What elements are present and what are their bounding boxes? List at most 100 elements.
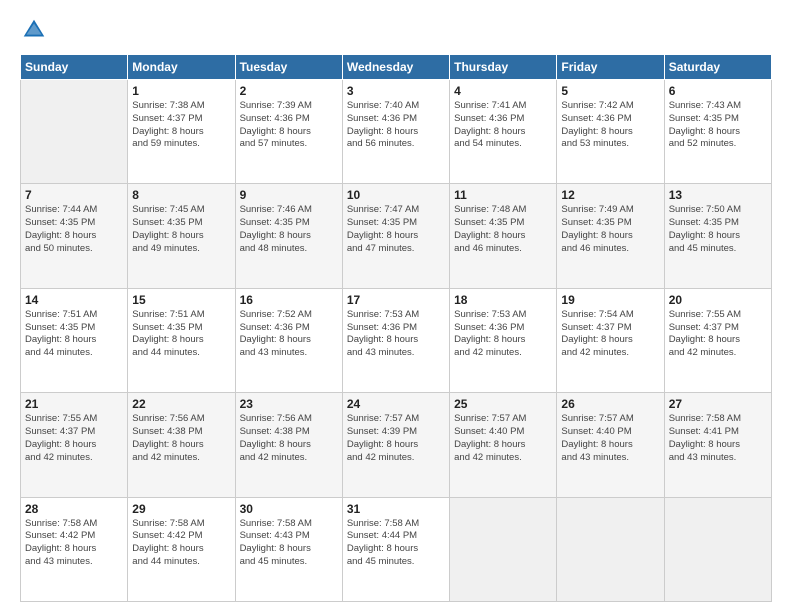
cell-content: Sunrise: 7:56 AM Sunset: 4:38 PM Dayligh… (132, 413, 230, 464)
weekday-header: Sunday (21, 55, 128, 80)
day-number: 17 (347, 293, 445, 307)
weekday-header: Tuesday (235, 55, 342, 80)
weekday-header: Friday (557, 55, 664, 80)
calendar-cell: 26 Sunrise: 7:57 AM Sunset: 4:40 PM Dayli… (557, 393, 664, 497)
calendar-cell: 12Sunrise: 7:49 AM Sunset: 4:35 PM Dayli… (557, 184, 664, 288)
day-number: 29 (132, 502, 230, 516)
cell-content: Sunrise: 7:56 AM Sunset: 4:38 PM Dayligh… (240, 413, 338, 464)
page: SundayMondayTuesdayWednesdayThursdayFrid… (0, 0, 792, 612)
calendar-cell: 30Sunrise: 7:58 AM Sunset: 4:43 PM Dayli… (235, 497, 342, 601)
cell-content: Sunrise: 7:44 AM Sunset: 4:35 PM Dayligh… (25, 204, 123, 255)
calendar-cell: 21 Sunrise: 7:55 AM Sunset: 4:37 PM Dayli… (21, 393, 128, 497)
day-number: 8 (132, 188, 230, 202)
cell-content: Sunrise: 7:41 AM Sunset: 4:36 PM Dayligh… (454, 100, 552, 151)
calendar-week-row: 1 Sunrise: 7:38 AM Sunset: 4:37 PM Daylig… (21, 80, 772, 184)
calendar-week-row: 21 Sunrise: 7:55 AM Sunset: 4:37 PM Dayli… (21, 393, 772, 497)
day-number: 11 (454, 188, 552, 202)
logo-icon (20, 16, 48, 44)
cell-content: Sunrise: 7:57 AM Sunset: 4:40 PM Dayligh… (454, 413, 552, 464)
day-number: 22 (132, 397, 230, 411)
day-number: 9 (240, 188, 338, 202)
calendar-cell: 23 Sunrise: 7:56 AM Sunset: 4:38 PM Dayli… (235, 393, 342, 497)
day-number: 13 (669, 188, 767, 202)
weekday-header: Saturday (664, 55, 771, 80)
cell-content: Sunrise: 7:47 AM Sunset: 4:35 PM Dayligh… (347, 204, 445, 255)
cell-content: Sunrise: 7:45 AM Sunset: 4:35 PM Dayligh… (132, 204, 230, 255)
cell-content: Sunrise: 7:38 AM Sunset: 4:37 PM Dayligh… (132, 100, 230, 151)
day-number: 28 (25, 502, 123, 516)
calendar-cell: 24Sunrise: 7:57 AM Sunset: 4:39 PM Dayli… (342, 393, 449, 497)
cell-content: Sunrise: 7:55 AM Sunset: 4:37 PM Dayligh… (25, 413, 123, 464)
calendar-cell (21, 80, 128, 184)
header (20, 16, 772, 44)
calendar-cell: 8 Sunrise: 7:45 AM Sunset: 4:35 PM Daylig… (128, 184, 235, 288)
day-number: 10 (347, 188, 445, 202)
cell-content: Sunrise: 7:43 AM Sunset: 4:35 PM Dayligh… (669, 100, 767, 151)
calendar-cell: 16 Sunrise: 7:52 AM Sunset: 4:36 PM Dayli… (235, 288, 342, 392)
day-number: 27 (669, 397, 767, 411)
calendar-cell (664, 497, 771, 601)
cell-content: Sunrise: 7:40 AM Sunset: 4:36 PM Dayligh… (347, 100, 445, 151)
weekday-header-row: SundayMondayTuesdayWednesdayThursdayFrid… (21, 55, 772, 80)
cell-content: Sunrise: 7:52 AM Sunset: 4:36 PM Dayligh… (240, 309, 338, 360)
day-number: 2 (240, 84, 338, 98)
calendar-cell: 10 Sunrise: 7:47 AM Sunset: 4:35 PM Dayli… (342, 184, 449, 288)
cell-content: Sunrise: 7:49 AM Sunset: 4:35 PM Dayligh… (561, 204, 659, 255)
cell-content: Sunrise: 7:58 AM Sunset: 4:42 PM Dayligh… (132, 518, 230, 569)
calendar-cell: 31 Sunrise: 7:58 AM Sunset: 4:44 PM Dayli… (342, 497, 449, 601)
calendar-week-row: 7 Sunrise: 7:44 AM Sunset: 4:35 PM Daylig… (21, 184, 772, 288)
calendar-cell: 15 Sunrise: 7:51 AM Sunset: 4:35 PM Dayli… (128, 288, 235, 392)
calendar-cell: 3 Sunrise: 7:40 AM Sunset: 4:36 PM Daylig… (342, 80, 449, 184)
day-number: 16 (240, 293, 338, 307)
calendar-cell: 17 Sunrise: 7:53 AM Sunset: 4:36 PM Dayli… (342, 288, 449, 392)
calendar-cell: 6 Sunrise: 7:43 AM Sunset: 4:35 PM Daylig… (664, 80, 771, 184)
cell-content: Sunrise: 7:58 AM Sunset: 4:42 PM Dayligh… (25, 518, 123, 569)
calendar-cell: 2 Sunrise: 7:39 AM Sunset: 4:36 PM Daylig… (235, 80, 342, 184)
day-number: 1 (132, 84, 230, 98)
cell-content: Sunrise: 7:48 AM Sunset: 4:35 PM Dayligh… (454, 204, 552, 255)
calendar-cell: 7 Sunrise: 7:44 AM Sunset: 4:35 PM Daylig… (21, 184, 128, 288)
day-number: 5 (561, 84, 659, 98)
calendar-week-row: 14Sunrise: 7:51 AM Sunset: 4:35 PM Dayli… (21, 288, 772, 392)
calendar-cell: 11 Sunrise: 7:48 AM Sunset: 4:35 PM Dayli… (450, 184, 557, 288)
cell-content: Sunrise: 7:58 AM Sunset: 4:44 PM Dayligh… (347, 518, 445, 569)
weekday-header: Monday (128, 55, 235, 80)
day-number: 21 (25, 397, 123, 411)
calendar-cell (557, 497, 664, 601)
day-number: 31 (347, 502, 445, 516)
calendar-cell: 29 Sunrise: 7:58 AM Sunset: 4:42 PM Dayli… (128, 497, 235, 601)
day-number: 20 (669, 293, 767, 307)
cell-content: Sunrise: 7:39 AM Sunset: 4:36 PM Dayligh… (240, 100, 338, 151)
calendar-cell: 5 Sunrise: 7:42 AM Sunset: 4:36 PM Daylig… (557, 80, 664, 184)
calendar: SundayMondayTuesdayWednesdayThursdayFrid… (20, 54, 772, 602)
day-number: 26 (561, 397, 659, 411)
cell-content: Sunrise: 7:51 AM Sunset: 4:35 PM Dayligh… (132, 309, 230, 360)
cell-content: Sunrise: 7:57 AM Sunset: 4:40 PM Dayligh… (561, 413, 659, 464)
cell-content: Sunrise: 7:50 AM Sunset: 4:35 PM Dayligh… (669, 204, 767, 255)
day-number: 23 (240, 397, 338, 411)
day-number: 15 (132, 293, 230, 307)
day-number: 6 (669, 84, 767, 98)
cell-content: Sunrise: 7:54 AM Sunset: 4:37 PM Dayligh… (561, 309, 659, 360)
cell-content: Sunrise: 7:46 AM Sunset: 4:35 PM Dayligh… (240, 204, 338, 255)
cell-content: Sunrise: 7:51 AM Sunset: 4:35 PM Dayligh… (25, 309, 123, 360)
day-number: 18 (454, 293, 552, 307)
calendar-header: SundayMondayTuesdayWednesdayThursdayFrid… (21, 55, 772, 80)
calendar-cell: 1 Sunrise: 7:38 AM Sunset: 4:37 PM Daylig… (128, 80, 235, 184)
cell-content: Sunrise: 7:53 AM Sunset: 4:36 PM Dayligh… (347, 309, 445, 360)
calendar-cell (450, 497, 557, 601)
day-number: 7 (25, 188, 123, 202)
calendar-cell: 19 Sunrise: 7:54 AM Sunset: 4:37 PM Dayli… (557, 288, 664, 392)
day-number: 3 (347, 84, 445, 98)
day-number: 25 (454, 397, 552, 411)
calendar-cell: 22 Sunrise: 7:56 AM Sunset: 4:38 PM Dayli… (128, 393, 235, 497)
weekday-header: Wednesday (342, 55, 449, 80)
logo (20, 16, 52, 44)
day-number: 19 (561, 293, 659, 307)
cell-content: Sunrise: 7:53 AM Sunset: 4:36 PM Dayligh… (454, 309, 552, 360)
calendar-cell: 9 Sunrise: 7:46 AM Sunset: 4:35 PM Daylig… (235, 184, 342, 288)
cell-content: Sunrise: 7:55 AM Sunset: 4:37 PM Dayligh… (669, 309, 767, 360)
cell-content: Sunrise: 7:42 AM Sunset: 4:36 PM Dayligh… (561, 100, 659, 151)
cell-content: Sunrise: 7:58 AM Sunset: 4:43 PM Dayligh… (240, 518, 338, 569)
calendar-cell: 27Sunrise: 7:58 AM Sunset: 4:41 PM Dayli… (664, 393, 771, 497)
